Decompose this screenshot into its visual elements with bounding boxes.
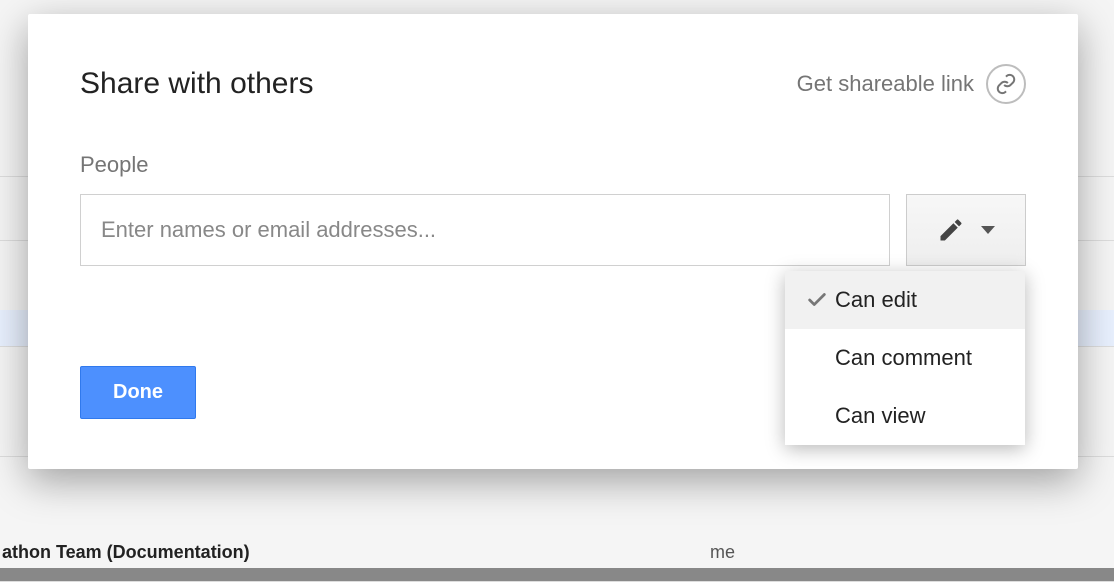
people-label: People	[80, 152, 1026, 178]
modal-title: Share with others	[80, 67, 313, 101]
dropdown-option-label: Can edit	[835, 287, 917, 313]
permission-dropdown-button[interactable]: Can edit Can comment Can view	[906, 194, 1026, 266]
dropdown-option-label: Can view	[835, 403, 925, 429]
bg-row-text: athon Team (Documentation)	[2, 542, 250, 562]
bg-owner: me	[710, 542, 735, 563]
dropdown-option-can-comment[interactable]: Can comment	[785, 329, 1025, 387]
pencil-icon	[937, 216, 965, 244]
check-icon	[799, 289, 835, 311]
people-input[interactable]	[80, 194, 890, 266]
shareable-link-label: Get shareable link	[797, 71, 974, 97]
get-shareable-link-button[interactable]: Get shareable link	[797, 64, 1026, 104]
permission-dropdown-menu: Can edit Can comment Can view	[785, 271, 1025, 445]
dropdown-option-can-view[interactable]: Can view	[785, 387, 1025, 445]
link-icon	[986, 64, 1026, 104]
chevron-down-icon	[981, 226, 995, 234]
share-modal: Share with others Get shareable link Peo…	[28, 14, 1078, 469]
input-row: Can edit Can comment Can view	[80, 194, 1026, 266]
modal-header: Share with others Get shareable link	[80, 64, 1026, 104]
done-button[interactable]: Done	[80, 366, 196, 419]
dropdown-option-label: Can comment	[835, 345, 972, 371]
dropdown-option-can-edit[interactable]: Can edit	[785, 271, 1025, 329]
